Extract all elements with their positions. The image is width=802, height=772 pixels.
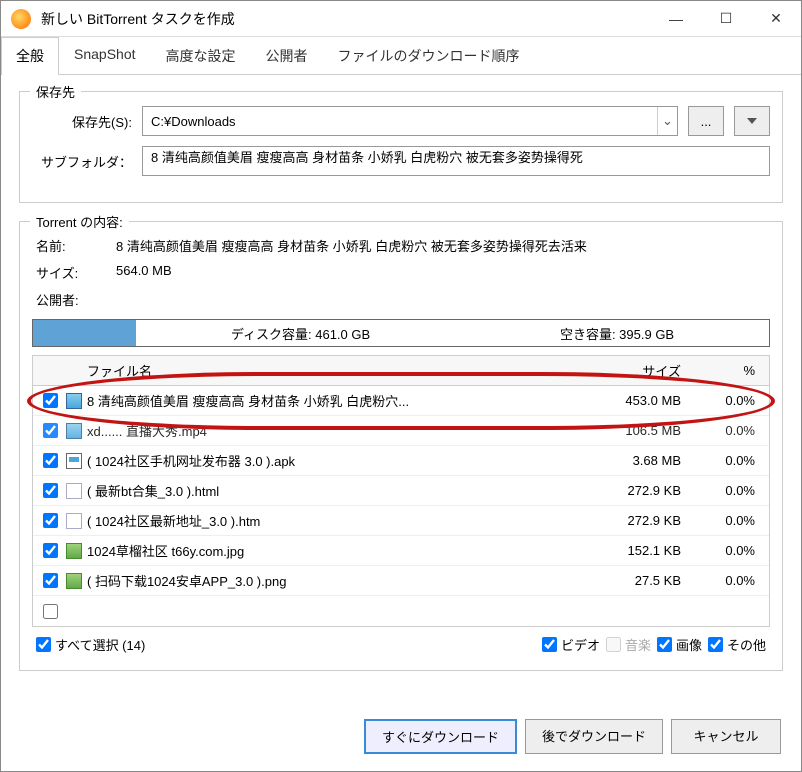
titlebar: 新しい BitTorrent タスクを作成 — ☐ ✕ [1,1,801,37]
tab-general[interactable]: 全般 [1,37,59,75]
file-checkbox[interactable] [43,573,58,588]
file-checkbox[interactable] [43,453,58,468]
file-size: 272.9 KB [585,483,695,498]
file-row[interactable]: ( 1024社区最新地址_3.0 ).htm 272.9 KB 0.0% [33,506,769,536]
tab-order[interactable]: ファイルのダウンロード順序 [323,37,535,74]
video-file-icon [66,393,82,409]
file-name: 8 清纯高颜值美眉 瘦瘦高高 身材苗条 小娇乳 白虎粉穴... [85,391,585,410]
minimize-button[interactable]: — [651,1,701,36]
file-name: ( 最新bt合集_3.0 ).html [85,481,585,500]
file-checkbox[interactable] [43,513,58,528]
dest-value: C:¥Downloads [143,114,657,129]
download-later-button[interactable]: 後でダウンロード [525,719,663,754]
image-file-icon [66,573,82,589]
file-size: 453.0 MB [585,393,695,408]
dest-label: 保存先(S): [32,112,132,131]
save-destination-group: 保存先 保存先(S): C:¥Downloads ⌄ ... サブフォルダ： 8… [19,91,783,203]
file-pct: 0.0% [695,543,765,558]
name-value: 8 清纯高颜值美眉 瘦瘦高高 身材苗条 小娇乳 白虎粉穴 被无套多姿势操得死去活… [116,236,770,255]
dialog-window: 新しい BitTorrent タスクを作成 — ☐ ✕ 全般 SnapShot … [0,0,802,772]
file-pct: 0.0% [695,393,765,408]
col-name-header[interactable]: ファイル名 [85,361,585,380]
file-row[interactable]: 8 清纯高颜值美眉 瘦瘦高高 身材苗条 小娇乳 白虎粉穴... 453.0 MB… [33,386,769,416]
dest-combo[interactable]: C:¥Downloads ⌄ [142,106,678,136]
close-button[interactable]: ✕ [751,1,801,36]
file-size: 106.5 MB [585,423,695,438]
disk-free-text: 空き容量: 395.9 GB [560,324,674,343]
file-row[interactable]: ( 扫码下载1024安卓APP_3.0 ).png 27.5 KB 0.0% [33,566,769,596]
file-row-blank [33,596,769,626]
torrent-legend: Torrent の内容: [30,212,129,231]
document-file-icon [66,483,82,499]
file-checkbox[interactable] [43,423,58,438]
app-icon [11,9,31,29]
size-value: 564.0 MB [116,263,770,282]
file-name: 1024草榴社区 t66y.com.jpg [85,541,585,560]
file-row[interactable]: xd...... 直播大秀.mp4 106.5 MB 0.0% [33,416,769,446]
file-name: ( 1024社区最新地址_3.0 ).htm [85,511,585,530]
file-size: 27.5 KB [585,573,695,588]
filter-video[interactable]: ビデオ [542,635,600,654]
file-pct: 0.0% [695,573,765,588]
maximize-button[interactable]: ☐ [701,1,751,36]
window-title: 新しい BitTorrent タスクを作成 [41,9,651,29]
tab-advanced[interactable]: 高度な設定 [151,37,251,74]
apk-file-icon [66,453,82,469]
image-file-icon [66,543,82,559]
file-checkbox[interactable] [43,483,58,498]
file-name: ( 1024社区手机网址发布器 3.0 ).apk [85,451,585,470]
filter-row: すべて選択 (14) ビデオ 音楽 画像 その他 [32,627,770,654]
video-file-icon [66,423,82,439]
publisher-value [116,290,770,309]
size-label: サイズ: [36,263,116,282]
file-size: 152.1 KB [585,543,695,558]
download-now-button[interactable]: すぐにダウンロード [364,719,517,754]
document-file-icon [66,513,82,529]
disk-capacity-text: ディスク容量: 461.0 GB [231,324,370,343]
file-checkbox[interactable] [43,393,58,408]
torrent-content-group: Torrent の内容: 名前: 8 清纯高颜值美眉 瘦瘦高高 身材苗条 小娇乳… [19,221,783,671]
disk-used-segment [33,320,136,346]
file-list-header: ファイル名 サイズ % [33,356,769,386]
tab-snapshot[interactable]: SnapShot [59,37,151,74]
file-row[interactable]: ( 1024社区手机网址发布器 3.0 ).apk 3.68 MB 0.0% [33,446,769,476]
publisher-label: 公開者: [36,290,116,309]
file-row[interactable]: ( 最新bt合集_3.0 ).html 272.9 KB 0.0% [33,476,769,506]
triangle-down-icon [747,118,757,124]
chevron-down-icon[interactable]: ⌄ [657,107,677,135]
file-list-table: ファイル名 サイズ % 8 清纯高颜值美眉 瘦瘦高高 身材苗条 小娇乳 白虎粉穴… [32,355,770,627]
subfolder-input[interactable]: 8 清纯高颜值美眉 瘦瘦高高 身材苗条 小娇乳 白虎粉穴 被无套多姿势操得死 [142,146,770,176]
tab-publisher[interactable]: 公開者 [251,37,323,74]
select-all-checkbox[interactable]: すべて選択 (14) [36,635,145,654]
file-row[interactable]: 1024草榴社区 t66y.com.jpg 152.1 KB 0.0% [33,536,769,566]
disk-usage-bar: ディスク容量: 461.0 GB 空き容量: 395.9 GB [32,319,770,347]
file-name: xd...... 直播大秀.mp4 [85,421,585,440]
save-legend: 保存先 [30,82,81,101]
filter-image[interactable]: 画像 [657,635,702,654]
subfolder-label: サブフォルダ： [32,152,132,171]
col-size-header[interactable]: サイズ [585,361,695,380]
dialog-button-row: すぐにダウンロード 後でダウンロード キャンセル [1,705,801,768]
cancel-button[interactable]: キャンセル [671,719,781,754]
file-checkbox[interactable] [43,543,58,558]
file-checkbox[interactable] [43,604,58,619]
name-label: 名前: [36,236,116,255]
filter-music: 音楽 [606,635,651,654]
dest-dropdown-button[interactable] [734,106,770,136]
col-pct-header[interactable]: % [695,363,765,378]
file-pct: 0.0% [695,513,765,528]
file-name: ( 扫码下载1024安卓APP_3.0 ).png [85,571,585,590]
file-pct: 0.0% [695,423,765,438]
file-size: 272.9 KB [585,513,695,528]
browse-button[interactable]: ... [688,106,724,136]
file-size: 3.68 MB [585,453,695,468]
filter-other[interactable]: その他 [708,635,766,654]
tab-bar: 全般 SnapShot 高度な設定 公開者 ファイルのダウンロード順序 [1,37,801,75]
file-pct: 0.0% [695,483,765,498]
file-pct: 0.0% [695,453,765,468]
